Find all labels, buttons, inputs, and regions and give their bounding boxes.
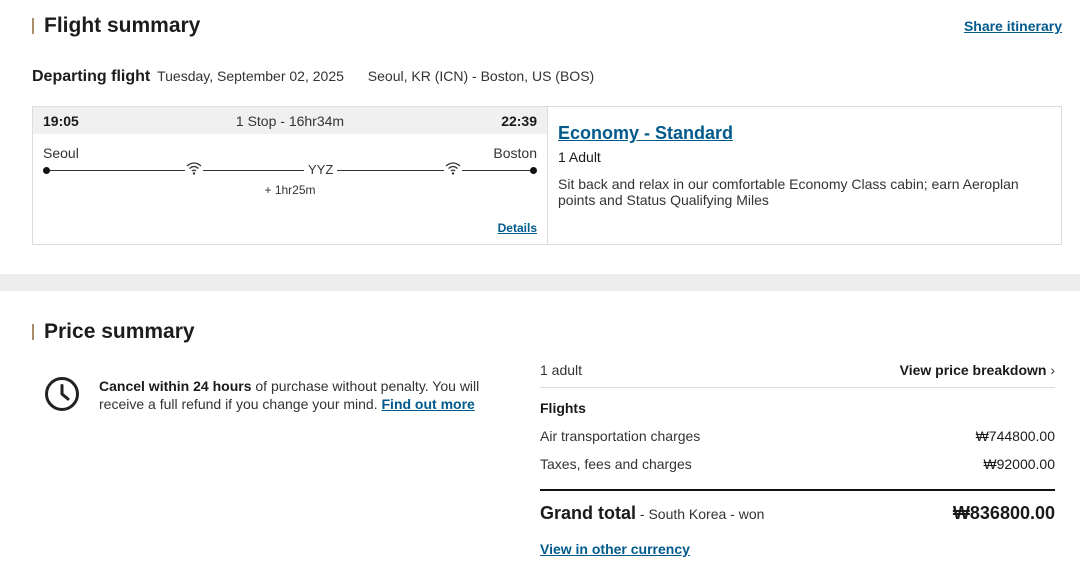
share-itinerary-link[interactable]: Share itinerary xyxy=(964,18,1062,34)
segment-stops: 1 Stop - 16hr34m xyxy=(235,113,345,129)
connection-airport: YYZ xyxy=(304,162,338,177)
wifi-icon xyxy=(444,160,462,176)
view-price-breakdown-link[interactable]: View price breakdown › xyxy=(900,362,1055,378)
destination-dot xyxy=(530,167,537,174)
find-out-more-link[interactable]: Find out more xyxy=(382,396,475,412)
grand-total-amount: ₩836800.00 xyxy=(952,503,1055,523)
fare-passengers: 1 Adult xyxy=(558,149,601,165)
departing-flight-header: Departing flight Tuesday, September 02, … xyxy=(32,68,594,86)
flight-summary-card: Flight summary Share itinerary Departing… xyxy=(0,0,1080,274)
departing-label: Departing flight xyxy=(32,68,151,85)
section-accent-bar xyxy=(32,18,34,34)
total-divider xyxy=(540,489,1055,491)
clock-icon xyxy=(44,376,80,412)
fare-type-link[interactable]: Economy - Standard xyxy=(558,123,733,144)
price-summary-title: Price summary xyxy=(44,320,195,343)
row-divider xyxy=(540,387,1055,388)
price-summary-card: Price summary Cancel within 24 hours of … xyxy=(0,291,1080,584)
line-item-amount: ₩92000.00 xyxy=(983,456,1055,472)
origin-dot xyxy=(43,167,50,174)
line-item-label: Air transportation charges xyxy=(540,428,701,444)
flights-heading: Flights xyxy=(540,400,586,416)
flight-summary-heading: Flight summary xyxy=(32,14,200,38)
fare-description: Sit back and relax in our comfortable Ec… xyxy=(558,176,1019,208)
other-currency-row: View in other currency xyxy=(540,541,1055,557)
line-item-amount: ₩744800.00 xyxy=(975,428,1055,444)
line-item-label: Taxes, fees and charges xyxy=(540,456,692,472)
details-link[interactable]: Details xyxy=(498,221,537,235)
departure-time: 19:05 xyxy=(43,113,79,129)
grand-total-currency: - South Korea - won xyxy=(636,506,765,522)
flight-segment-box: 1 Stop - 16hr34m 19:05 22:39 Seoul Bosto… xyxy=(32,106,1062,245)
departure-city: Seoul xyxy=(43,145,79,161)
price-line-item: Taxes, fees and charges ₩92000.00 xyxy=(540,456,1055,472)
departing-date: Tuesday, September 02, 2025 xyxy=(157,68,344,84)
departing-route: Seoul, KR (ICN) - Boston, US (BOS) xyxy=(367,68,595,84)
cancellation-text: Cancel within 24 hours of purchase witho… xyxy=(99,377,509,413)
layover-duration: + 1hr25m xyxy=(264,183,316,197)
fare-info: Economy - Standard 1 Adult Sit back and … xyxy=(547,107,1061,244)
price-line-item: Air transportation charges ₩744800.00 xyxy=(540,428,1055,444)
flights-heading-row: Flights xyxy=(540,400,1055,416)
arrival-city: Boston xyxy=(493,145,537,161)
price-summary-heading: Price summary xyxy=(32,320,195,344)
passenger-count: 1 adult xyxy=(540,362,583,378)
cancellation-bold: Cancel within 24 hours xyxy=(99,378,252,394)
segment-details: 1 Stop - 16hr34m 19:05 22:39 Seoul Bosto… xyxy=(33,107,547,244)
grand-total-label: Grand total xyxy=(540,503,637,523)
wifi-icon xyxy=(185,160,203,176)
flight-summary-title: Flight summary xyxy=(44,14,201,37)
arrival-time: 22:39 xyxy=(501,113,537,129)
chevron-right-icon: › xyxy=(1050,362,1055,378)
breakdown-label: View price breakdown xyxy=(899,362,1047,378)
view-other-currency-link[interactable]: View in other currency xyxy=(540,541,690,557)
segment-header: 1 Stop - 16hr34m 19:05 22:39 xyxy=(33,107,547,134)
grand-total-row: Grand total - South Korea - won ₩836800.… xyxy=(540,503,1055,524)
passenger-count-row: 1 adult View price breakdown › xyxy=(540,362,1055,378)
section-accent-bar xyxy=(32,324,34,340)
